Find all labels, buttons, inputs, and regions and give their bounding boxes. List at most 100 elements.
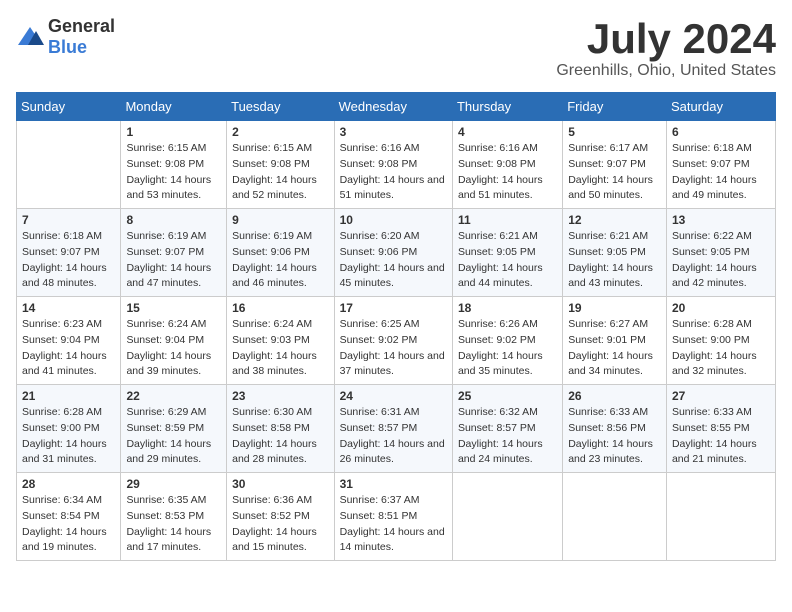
daylight: Daylight: 14 hours and 15 minutes. [232,525,328,557]
day-info: Sunrise: 6:21 AMSunset: 9:05 PMDaylight:… [568,229,661,292]
logo-general: General [48,16,115,36]
daylight: Daylight: 14 hours and 43 minutes. [568,261,661,293]
day-number: 25 [458,389,557,403]
day-number: 15 [126,301,221,315]
day-number: 8 [126,213,221,227]
day-number: 2 [232,125,328,139]
sunrise: Sunrise: 6:24 AM [126,317,221,333]
sunset: Sunset: 8:55 PM [672,421,770,437]
sunset: Sunset: 9:00 PM [672,333,770,349]
day-number: 18 [458,301,557,315]
day-number: 6 [672,125,770,139]
daylight: Daylight: 14 hours and 21 minutes. [672,437,770,469]
day-info: Sunrise: 6:23 AMSunset: 9:04 PMDaylight:… [22,317,115,380]
cell-4-3: 31Sunrise: 6:37 AMSunset: 8:51 PMDayligh… [334,473,452,561]
main-title: July 2024 [556,16,776,62]
cell-0-6: 6 Sunrise: 6:18 AMSunset: 9:07 PMDaylight… [666,121,775,209]
day-info: Sunrise: 6:18 AMSunset: 9:07 PMDaylight:… [672,141,770,204]
header-saturday: Saturday [666,93,775,121]
daylight: Daylight: 14 hours and 28 minutes. [232,437,328,469]
day-info: Sunrise: 6:28 AMSunset: 9:00 PMDaylight:… [672,317,770,380]
daylight: Daylight: 14 hours and 48 minutes. [22,261,115,293]
daylight: Daylight: 14 hours and 32 minutes. [672,349,770,381]
day-number: 5 [568,125,661,139]
sunset: Sunset: 9:08 PM [458,157,557,173]
sunset: Sunset: 8:58 PM [232,421,328,437]
daylight: Daylight: 14 hours and 44 minutes. [458,261,557,293]
cell-2-0: 14 Sunrise: 6:23 AMSunset: 9:04 PMDayligh… [17,297,121,385]
cell-0-5: 5Sunrise: 6:17 AMSunset: 9:07 PMDaylight… [563,121,667,209]
sunset: Sunset: 9:05 PM [672,245,770,261]
daylight: Daylight: 14 hours and 52 minutes. [232,173,328,205]
sunrise: Sunrise: 6:29 AM [126,405,221,421]
sunset: Sunset: 8:52 PM [232,509,328,525]
cell-1-6: 13Sunrise: 6:22 AMSunset: 9:05 PMDayligh… [666,209,775,297]
cell-3-1: 22Sunrise: 6:29 AMSunset: 8:59 PMDayligh… [121,385,227,473]
sunrise: Sunrise: 6:24 AM [232,317,328,333]
sunset: Sunset: 8:56 PM [568,421,661,437]
sunrise: Sunrise: 6:35 AM [126,493,221,509]
day-info: Sunrise: 6:15 AMSunset: 9:08 PMDaylight:… [232,141,328,204]
day-info: Sunrise: 6:16 AMSunset: 9:08 PMDaylight:… [340,141,447,204]
cell-1-3: 10Sunrise: 6:20 AMSunset: 9:06 PMDayligh… [334,209,452,297]
sunset: Sunset: 9:05 PM [568,245,661,261]
sunrise: Sunrise: 6:22 AM [672,229,770,245]
sunrise: Sunrise: 6:31 AM [340,405,447,421]
daylight: Daylight: 14 hours and 29 minutes. [126,437,221,469]
sunset: Sunset: 9:05 PM [458,245,557,261]
daylight: Daylight: 14 hours and 46 minutes. [232,261,328,293]
sunrise: Sunrise: 6:15 AM [232,141,328,157]
day-info: Sunrise: 6:34 AMSunset: 8:54 PMDaylight:… [22,493,115,556]
sunrise: Sunrise: 6:19 AM [126,229,221,245]
daylight: Daylight: 14 hours and 17 minutes. [126,525,221,557]
day-number: 14 [22,301,115,315]
day-number: 12 [568,213,661,227]
sunrise: Sunrise: 6:18 AM [22,229,115,245]
sunrise: Sunrise: 6:36 AM [232,493,328,509]
sunset: Sunset: 8:57 PM [340,421,447,437]
week-row-4: 28 Sunrise: 6:34 AMSunset: 8:54 PMDayligh… [17,473,776,561]
sunrise: Sunrise: 6:26 AM [458,317,557,333]
sunrise: Sunrise: 6:33 AM [672,405,770,421]
sunrise: Sunrise: 6:25 AM [340,317,447,333]
day-number: 23 [232,389,328,403]
header-monday: Monday [121,93,227,121]
sunset: Sunset: 9:00 PM [22,421,115,437]
day-info: Sunrise: 6:21 AMSunset: 9:05 PMDaylight:… [458,229,557,292]
cell-4-1: 29Sunrise: 6:35 AMSunset: 8:53 PMDayligh… [121,473,227,561]
day-number: 26 [568,389,661,403]
daylight: Daylight: 14 hours and 39 minutes. [126,349,221,381]
cell-3-3: 24Sunrise: 6:31 AMSunset: 8:57 PMDayligh… [334,385,452,473]
daylight: Daylight: 14 hours and 51 minutes. [340,173,447,205]
sunset: Sunset: 9:07 PM [568,157,661,173]
sunrise: Sunrise: 6:32 AM [458,405,557,421]
week-row-3: 21Sunrise: 6:28 AMSunset: 9:00 PMDayligh… [17,385,776,473]
daylight: Daylight: 14 hours and 47 minutes. [126,261,221,293]
header-sunday: Sunday [17,93,121,121]
sunset: Sunset: 9:08 PM [232,157,328,173]
cell-4-2: 30Sunrise: 6:36 AMSunset: 8:52 PMDayligh… [227,473,334,561]
cell-3-5: 26Sunrise: 6:33 AMSunset: 8:56 PMDayligh… [563,385,667,473]
cell-3-4: 25Sunrise: 6:32 AMSunset: 8:57 PMDayligh… [452,385,562,473]
cell-0-3: 3 Sunrise: 6:16 AMSunset: 9:08 PMDaylight… [334,121,452,209]
day-info: Sunrise: 6:27 AMSunset: 9:01 PMDaylight:… [568,317,661,380]
day-number: 3 [340,125,447,139]
header-tuesday: Tuesday [227,93,334,121]
cell-3-0: 21Sunrise: 6:28 AMSunset: 9:00 PMDayligh… [17,385,121,473]
sunrise: Sunrise: 6:15 AM [126,141,221,157]
sunset: Sunset: 8:51 PM [340,509,447,525]
cell-2-1: 15 Sunrise: 6:24 AMSunset: 9:04 PMDayligh… [121,297,227,385]
day-info: Sunrise: 6:33 AMSunset: 8:55 PMDaylight:… [672,405,770,468]
day-info: Sunrise: 6:37 AMSunset: 8:51 PMDaylight:… [340,493,447,556]
daylight: Daylight: 14 hours and 49 minutes. [672,173,770,205]
cell-1-1: 8Sunrise: 6:19 AMSunset: 9:07 PMDaylight… [121,209,227,297]
cell-2-2: 16Sunrise: 6:24 AMSunset: 9:03 PMDayligh… [227,297,334,385]
daylight: Daylight: 14 hours and 19 minutes. [22,525,115,557]
day-number: 24 [340,389,447,403]
day-number: 4 [458,125,557,139]
day-info: Sunrise: 6:15 AMSunset: 9:08 PMDaylight:… [126,141,221,204]
day-number: 28 [22,477,115,491]
cell-4-4 [452,473,562,561]
sunset: Sunset: 9:04 PM [126,333,221,349]
sunset: Sunset: 9:07 PM [672,157,770,173]
